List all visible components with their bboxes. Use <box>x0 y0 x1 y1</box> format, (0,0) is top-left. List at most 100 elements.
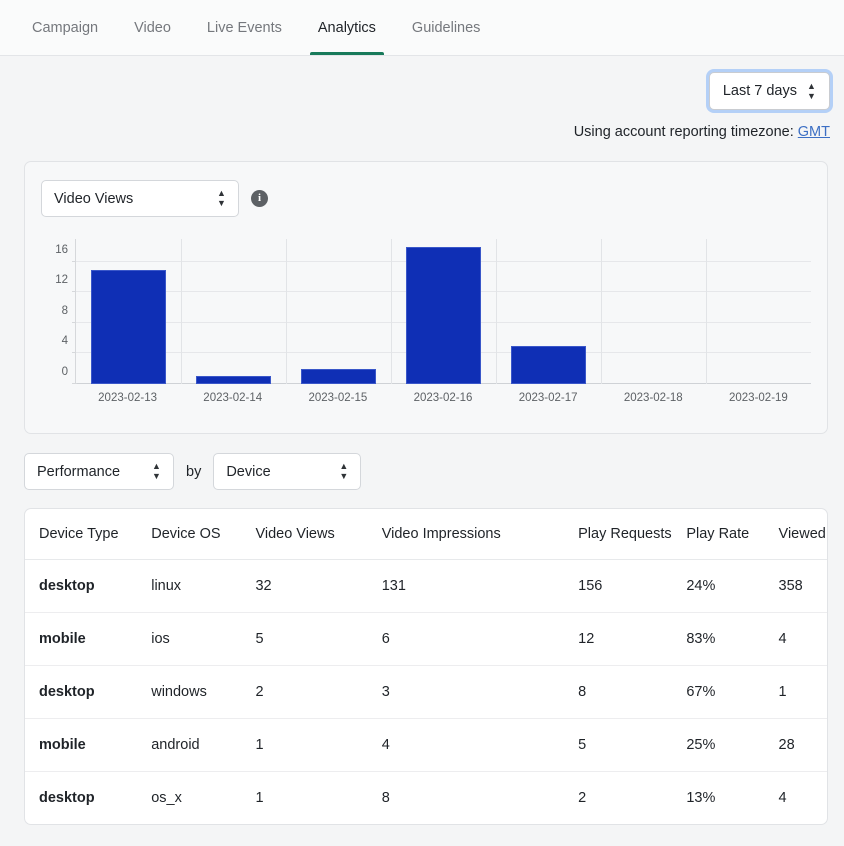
table-column-header[interactable]: Device OS <box>137 509 242 560</box>
chart-bar-cell[interactable] <box>601 239 706 384</box>
chart-bar-cell[interactable] <box>286 239 391 384</box>
chart-bars <box>76 239 811 384</box>
breakdown-dimension-value: Device <box>226 463 271 480</box>
table-cell-play-requests: 12 <box>564 611 673 665</box>
timezone-note: Using account reporting timezone: GMT <box>0 110 844 140</box>
table-column-header[interactable]: Video Impressions <box>367 509 565 560</box>
tab-label: Campaign <box>32 19 99 36</box>
chevron-updown-icon: ▲ ▼ <box>217 188 226 208</box>
tab-video[interactable]: Video <box>116 0 189 55</box>
table-cell-video-impressions: 131 <box>381 577 406 594</box>
chart-bar-cell[interactable] <box>76 239 181 384</box>
table-cell-device-os: android <box>137 717 242 771</box>
table-cell-play-requests: 2 <box>564 770 673 824</box>
chart-bar[interactable] <box>405 246 482 384</box>
table-cell-video-views: 1 <box>241 770 368 824</box>
table-cell-video-views: 2 <box>241 664 368 718</box>
chevron-updown-icon: ▲ ▼ <box>152 461 161 481</box>
timezone-note-text: Using account reporting timezone: <box>573 124 794 140</box>
x-axis-tick-label: 2023-02-19 <box>729 392 788 404</box>
chart-card: Video Views ▲ ▼ i 0 4 8 12 16 2023-02-13 2023-… <box>24 161 828 434</box>
chart-bar-cell[interactable] <box>706 239 811 384</box>
table-cell-video-views: 32 <box>255 577 272 594</box>
x-axis-tick-label: 2023-02-18 <box>623 392 683 404</box>
table-cell-video-impressions: 4 <box>367 717 565 771</box>
table-row[interactable]: desktop windows 2 3 8 67% 1 <box>25 664 827 718</box>
tab-campaign[interactable]: Campaign <box>14 0 116 55</box>
table-cell-play-requests: 5 <box>564 717 673 771</box>
table-column-header[interactable]: Device Type <box>25 509 138 560</box>
table-cell-play-rate: 83% <box>672 611 765 665</box>
table-row[interactable]: mobile android 1 4 5 25% 28 <box>25 717 827 771</box>
table-body: desktop linux 32 131 156 24% 358 mobile ios 5 6 12 8… <box>25 559 827 824</box>
timezone-link[interactable]: GMT <box>798 124 830 140</box>
tab-guidelines[interactable]: Guidelines <box>394 0 499 55</box>
breakdown-controls: Performance ▲ ▼ by Device ▲ ▼ <box>24 453 844 490</box>
toolbar: Last 7 days ▲ ▼ <box>0 56 844 110</box>
table-cell-play-rate: 24% <box>686 577 716 594</box>
main-tab-bar: Campaign Video Live Events Analytics Guideli… <box>0 0 844 56</box>
info-icon[interactable]: i <box>251 190 268 207</box>
breakdown-metric-select[interactable]: Performance ▲ ▼ <box>24 453 174 490</box>
table-column-header[interactable]: Video Views <box>241 509 368 560</box>
chevron-updown-icon: ▲ ▼ <box>807 80 816 101</box>
video-views-bar-chart: 0 4 8 12 16 2023-02-13 2023-02-14 2023-02-15 20… <box>41 239 811 419</box>
table-cell-device-os: windows <box>137 664 242 718</box>
chart-bar-cell[interactable] <box>181 239 286 384</box>
tab-analytics[interactable]: Analytics <box>300 0 394 55</box>
chart-bar[interactable] <box>195 376 272 384</box>
y-axis-tick-label: 12 <box>55 274 68 287</box>
table-cell-device-type: mobile <box>25 611 138 665</box>
breakdown-metric-value: Performance <box>37 463 121 480</box>
tab-live-events[interactable]: Live Events <box>189 0 300 55</box>
table-cell-device-os: os_x <box>137 770 242 824</box>
table-row[interactable]: mobile ios 5 6 12 83% 4 <box>25 611 827 665</box>
table-cell-device-type: desktop <box>39 577 95 594</box>
metric-select[interactable]: Video Views ▲ ▼ <box>41 180 239 217</box>
x-axis-tick-label: 2023-02-13 <box>98 392 157 404</box>
table-cell-viewed-minutes: 358 <box>778 577 803 594</box>
table-cell-device-type: desktop <box>25 664 138 718</box>
chart-bar[interactable] <box>300 368 377 384</box>
date-range-select[interactable]: Last 7 days ▲ ▼ <box>708 72 830 110</box>
table-cell-play-requests: 8 <box>564 664 673 718</box>
table-column-header[interactable]: Play Rate <box>672 509 765 560</box>
table-cell-video-views: 5 <box>241 611 368 665</box>
table-cell-device-type: desktop <box>25 770 138 824</box>
performance-table: Device Type Device OS Video Views Video Imp… <box>25 509 827 824</box>
chart-bar[interactable] <box>90 269 167 384</box>
tab-label: Guidelines <box>411 19 481 36</box>
table-column-header[interactable]: Viewed Minutes <box>764 509 827 560</box>
table-header-row: Device Type Device OS Video Views Video Imp… <box>25 509 827 560</box>
table-cell-play-requests: 156 <box>578 577 603 594</box>
table-cell-video-impressions: 6 <box>367 611 565 665</box>
y-axis-tick-label: 8 <box>61 304 68 317</box>
y-axis-tick-label: 4 <box>61 335 68 348</box>
table-cell-play-rate: 67% <box>672 664 765 718</box>
x-axis-tick-label: 2023-02-17 <box>518 392 578 404</box>
table-cell-viewed-minutes: 1 <box>764 664 827 718</box>
x-axis-tick-label: 2023-02-14 <box>203 392 263 404</box>
tab-label: Analytics <box>317 19 376 36</box>
chart-plot-area: 0 4 8 12 16 <box>55 239 811 384</box>
x-axis-tick-label: 2023-02-15 <box>308 392 368 404</box>
table-cell-device-os: linux <box>151 577 182 594</box>
table-cell-play-rate: 13% <box>672 770 765 824</box>
x-axis-tick-label: 2023-02-16 <box>413 392 473 404</box>
table-cell-video-impressions: 8 <box>367 770 565 824</box>
chart-bar-cell[interactable] <box>496 239 601 384</box>
tab-label: Video <box>134 19 171 36</box>
table-cell-viewed-minutes: 28 <box>764 717 827 771</box>
metric-row: Video Views ▲ ▼ i <box>41 180 811 217</box>
table-cell-video-impressions: 3 <box>367 664 565 718</box>
tab-label: Live Events <box>206 19 282 36</box>
chart-bar[interactable] <box>510 345 587 384</box>
table-column-header[interactable]: Play Requests <box>564 509 673 560</box>
table-row[interactable]: desktop linux 32 131 156 24% 358 <box>25 559 827 612</box>
chart-bar-cell[interactable] <box>391 239 496 384</box>
table-cell-viewed-minutes: 4 <box>764 611 827 665</box>
table-cell-device-os: ios <box>137 611 242 665</box>
table-row[interactable]: desktop os_x 1 8 2 13% 4 <box>25 770 827 824</box>
table-cell-play-rate: 25% <box>672 717 765 771</box>
breakdown-dimension-select[interactable]: Device ▲ ▼ <box>213 453 362 490</box>
